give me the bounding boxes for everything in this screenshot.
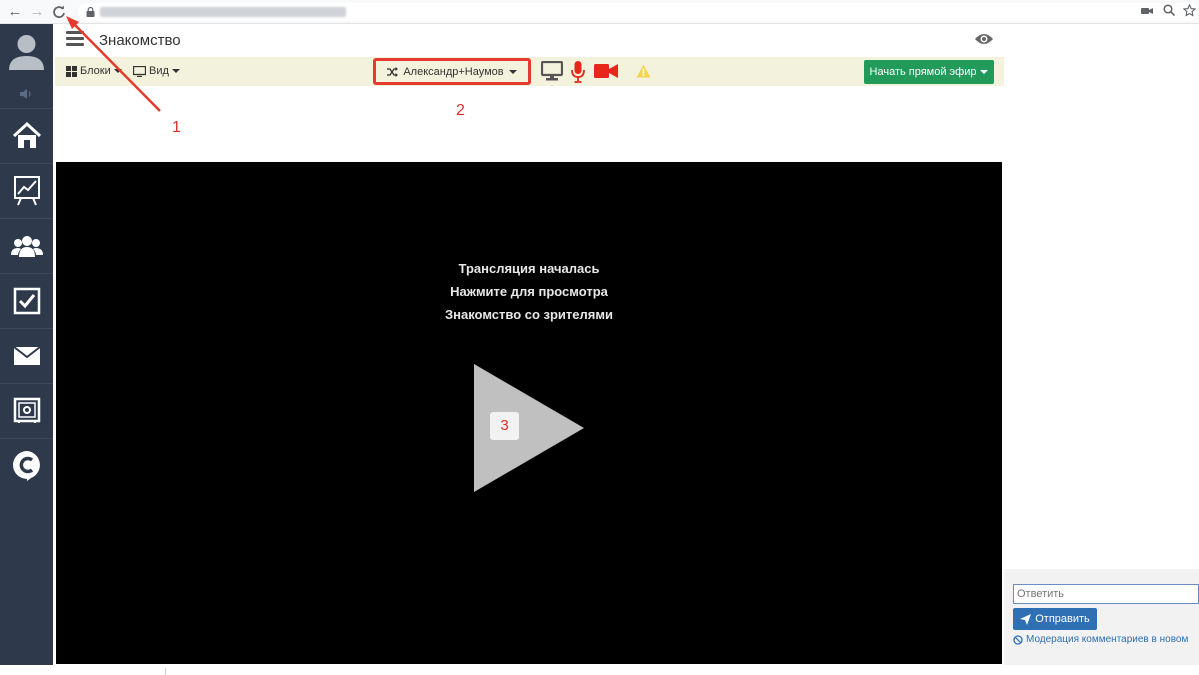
bookmark-star-icon[interactable]	[1181, 3, 1197, 20]
monitor-icon	[133, 65, 146, 77]
chevron-down-icon	[980, 70, 989, 74]
microphone-icon[interactable]	[571, 61, 585, 83]
divider	[165, 668, 166, 675]
moderation-link[interactable]: Модерация комментариев в новом	[1013, 634, 1188, 645]
moderation-label: Модерация комментариев в новом	[1026, 634, 1189, 645]
annotation-number-2: 2	[456, 102, 465, 119]
screen-share-icon[interactable]	[541, 61, 563, 81]
left-sidebar	[0, 24, 53, 665]
chevron-down-icon	[171, 69, 180, 73]
app-root: ← → Знакомство Блоки Вид Александр+Наумо…	[0, 0, 1199, 675]
grid-icon	[66, 65, 77, 77]
view-dropdown[interactable]: Вид	[133, 65, 180, 77]
address-bar[interactable]	[78, 3, 1199, 21]
eye-icon[interactable]	[974, 30, 994, 48]
stream-status-text: Трансляция началась	[458, 261, 600, 276]
zoom-icon[interactable]	[1161, 4, 1177, 20]
chevron-down-icon	[508, 69, 517, 74]
send-label: Отправить	[1035, 613, 1090, 625]
chart-board-icon[interactable]	[0, 163, 53, 217]
bottom-strip	[0, 665, 1199, 675]
checkbox-icon[interactable]	[0, 273, 53, 327]
view-label: Вид	[149, 65, 169, 77]
start-live-button[interactable]: Начать прямой эфир	[864, 60, 994, 84]
video-camera-icon[interactable]	[594, 64, 618, 78]
broadcast-toolbar: Блоки Вид Александр+Наумов Начать прямой…	[55, 57, 1004, 86]
safe-icon[interactable]	[0, 383, 53, 437]
blocks-dropdown[interactable]: Блоки	[66, 65, 122, 77]
comment-form: Отправить Модерация комментариев в новом	[1004, 569, 1199, 665]
mail-icon[interactable]	[0, 328, 53, 382]
hamburger-icon[interactable]	[66, 31, 84, 47]
video-player[interactable]: Трансляция началась Нажмите для просмотр…	[56, 162, 1002, 664]
browser-toolbar: ← →	[0, 0, 1199, 24]
home-icon[interactable]	[0, 108, 53, 162]
c-logo-icon[interactable]	[0, 438, 53, 492]
users-group-icon[interactable]	[0, 218, 53, 272]
send-icon	[1020, 613, 1032, 625]
speaker-select-dropdown[interactable]: Александр+Наумов	[373, 58, 531, 85]
blocks-label: Блоки	[80, 65, 111, 77]
volume-icon[interactable]	[0, 84, 53, 104]
url-text-blurred	[100, 7, 346, 17]
page-title: Знакомство	[99, 32, 181, 49]
annotation-number-3: 3	[490, 412, 519, 440]
reload-icon[interactable]	[50, 3, 68, 21]
stream-title-text: Знакомство со зрителями	[445, 307, 613, 322]
click-to-watch-text: Нажмите для просмотра	[450, 284, 608, 299]
back-icon[interactable]: ←	[6, 3, 24, 21]
page-header: Знакомство	[55, 24, 1004, 57]
camera-icon[interactable]	[1139, 4, 1155, 20]
chevron-down-icon	[113, 69, 122, 73]
warning-icon[interactable]	[636, 64, 651, 78]
shuffle-icon	[387, 66, 399, 77]
lock-icon	[86, 7, 95, 17]
forward-icon[interactable]: →	[28, 3, 46, 21]
start-live-label: Начать прямой эфир	[869, 66, 977, 78]
ban-icon	[1013, 634, 1023, 645]
annotation-number-1: 1	[172, 119, 181, 136]
comments-panel: Отправить Модерация комментариев в новом	[1004, 24, 1199, 665]
speaker-label: Александр+Наумов	[403, 65, 504, 78]
reply-input[interactable]	[1013, 584, 1199, 604]
user-avatar-icon[interactable]	[0, 24, 53, 80]
send-button[interactable]: Отправить	[1013, 608, 1097, 630]
